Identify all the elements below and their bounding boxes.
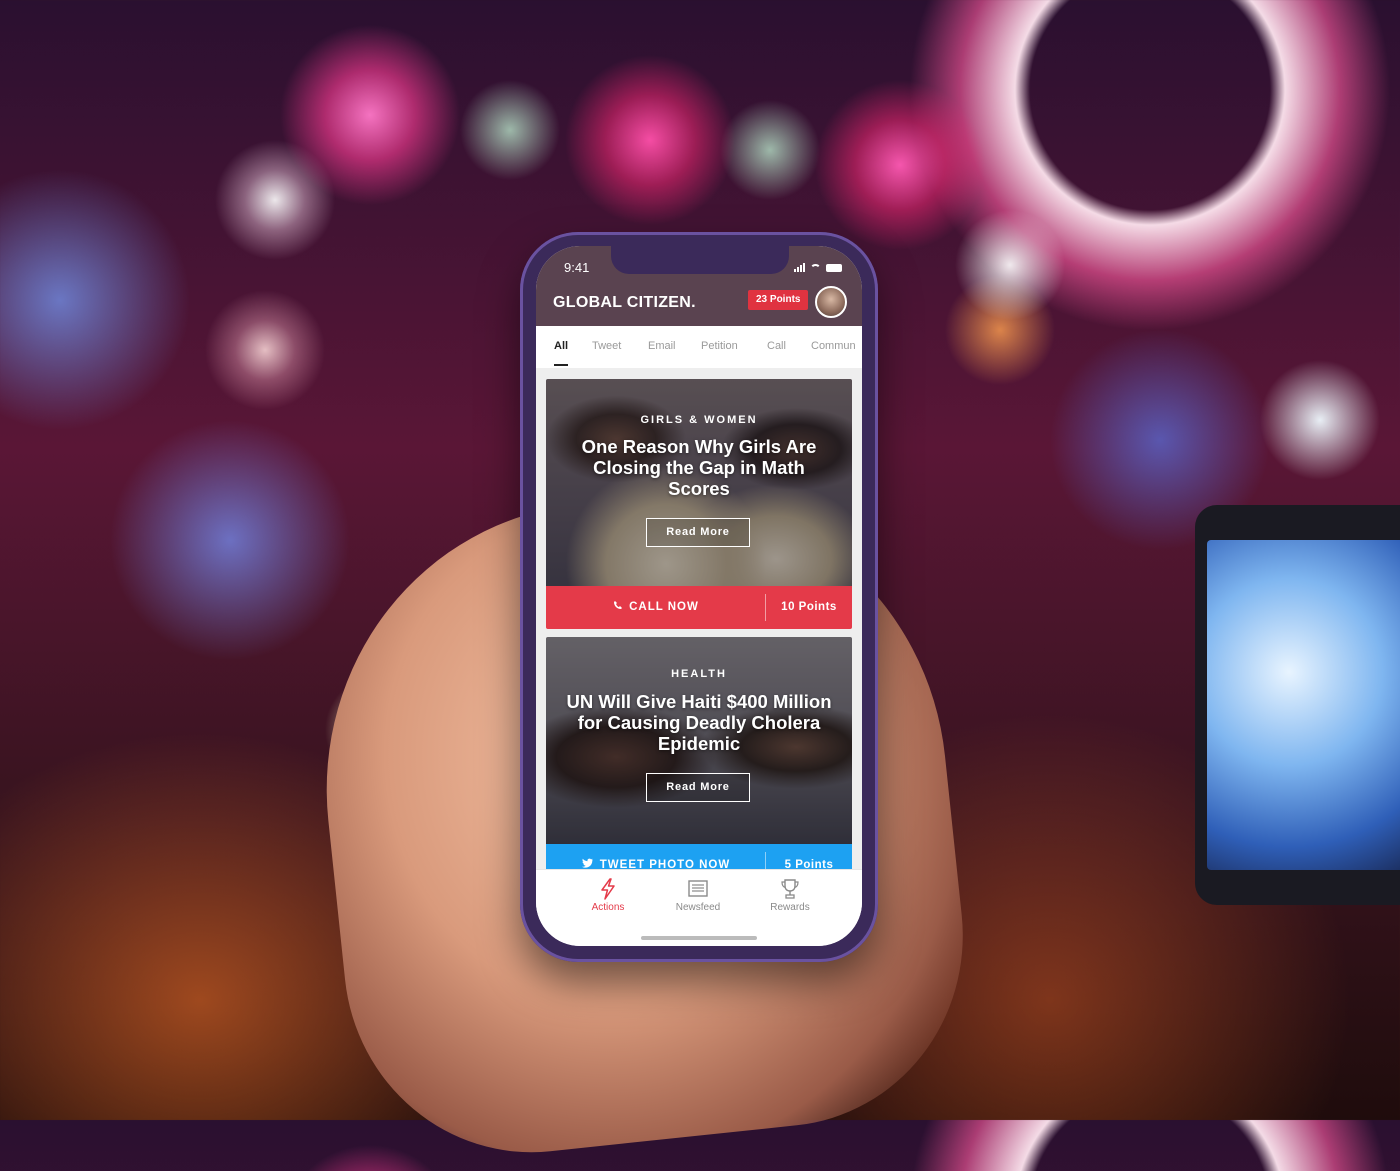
home-indicator[interactable] [641,936,757,940]
phone-screen: 9:41 GLOBAL CITIZEN. 23 Points All Tweet… [536,246,862,946]
app-header: 9:41 GLOBAL CITIZEN. 23 Points [536,246,862,326]
tweet-photo-button[interactable]: TWEET PHOTO NOW [546,844,766,869]
read-more-button[interactable]: Read More [646,773,750,802]
app-logo[interactable]: GLOBAL CITIZEN. [553,294,696,312]
wifi-icon [810,263,821,272]
nav-actions-label: Actions [591,902,625,913]
status-icons [794,263,842,272]
call-now-bar[interactable]: CALL NOW 10 Points [546,586,852,629]
tab-all[interactable]: All [554,340,568,352]
card-headline: UN Will Give Haiti $400 Million for Caus… [566,691,832,754]
tweet-photo-bar[interactable]: TWEET PHOTO NOW 5 Points [546,844,852,869]
action-points: 10 Points [781,601,837,613]
bottom-nav: Actions Newsfeed Rewards [536,869,862,946]
action-card[interactable]: GIRLS & WOMEN One Reason Why Girls Are C… [546,379,852,629]
active-tab-indicator [554,364,568,366]
avatar[interactable] [815,286,847,318]
tab-call[interactable]: Call [767,340,786,352]
phone-frame: 9:41 GLOBAL CITIZEN. 23 Points All Tweet… [520,232,878,962]
background-phone-screen [1207,540,1400,870]
call-now-button[interactable]: CALL NOW [546,586,766,629]
nav-actions[interactable]: Actions [568,878,648,913]
action-feed: GIRLS & WOMEN One Reason Why Girls Are C… [536,369,862,869]
points-badge[interactable]: 23 Points [748,290,809,310]
tab-community[interactable]: Commun [811,340,856,352]
call-now-label: CALL NOW [629,601,699,613]
action-card[interactable]: HEALTH UN Will Give Haiti $400 Million f… [546,637,852,869]
tweet-photo-label: TWEET PHOTO NOW [599,859,731,869]
card-category: HEALTH [671,668,727,680]
action-points: 5 Points [784,859,834,869]
tab-email[interactable]: Email [648,340,676,352]
tab-tweet[interactable]: Tweet [592,340,621,352]
signal-icon [794,263,805,272]
newspaper-icon [688,880,708,897]
background-phone [1195,505,1400,905]
notch [611,246,789,274]
phone-icon [613,586,623,629]
nav-rewards-label: Rewards [770,902,810,913]
lightning-icon [601,878,615,900]
tab-petition[interactable]: Petition [701,340,738,352]
nav-rewards[interactable]: Rewards [750,878,830,913]
read-more-button[interactable]: Read More [646,518,750,547]
twitter-icon [581,844,594,869]
battery-icon [826,263,842,272]
filter-tabs: All Tweet Email Petition Call Commun [536,326,862,369]
status-time: 9:41 [564,260,590,275]
trophy-icon [781,879,799,899]
nav-newsfeed[interactable]: Newsfeed [658,878,738,913]
card-category: GIRLS & WOMEN [640,414,758,426]
card-headline: One Reason Why Girls Are Closing the Gap… [581,436,817,499]
nav-newsfeed-label: Newsfeed [675,902,721,913]
